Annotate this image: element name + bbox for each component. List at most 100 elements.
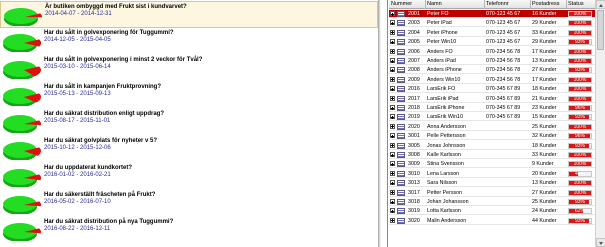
question-item[interactable]: Har du säkerställt fräscheten på Frukt? 2… <box>0 190 378 217</box>
expand-icon[interactable] <box>390 123 395 129</box>
record-icon <box>397 39 405 46</box>
record-icon <box>397 76 405 83</box>
question-item[interactable]: Har du sålt in golvexponering i minst 2 … <box>0 55 378 82</box>
question-dates: 2016-05-02 - 2016-07-10 <box>44 199 111 205</box>
expand-icon[interactable] <box>390 39 395 45</box>
column-separator[interactable] <box>425 0 426 9</box>
cell-nummer: 2006 <box>408 48 420 55</box>
question-dates: 2015-03-10 - 2015-06-14 <box>44 64 111 70</box>
status-percent: 100% <box>573 20 587 27</box>
expand-icon[interactable] <box>390 199 395 204</box>
record-icon <box>397 199 405 205</box>
expand-icon[interactable] <box>390 20 395 26</box>
table-row[interactable]: 3010 Lena Larsson 20 Kunder 40% <box>389 170 595 178</box>
expand-icon[interactable] <box>390 95 395 101</box>
cell-postadress: 17 Kunder <box>532 48 557 55</box>
table-row[interactable]: 2006 Anders FO 070-234 56 78 17 Kunder 100% <box>389 48 595 56</box>
table-row[interactable]: 3005 Jonas Johnsson 18 Kunder 93% <box>389 142 595 150</box>
table-row[interactable]: 2007 Anders iPad 070-234 56 78 13 Kunder 100… <box>389 57 595 65</box>
question-item[interactable]: Har du säkrat distribution enligt uppdra… <box>0 109 378 136</box>
cell-postadress: 9 Kunder <box>532 161 554 168</box>
expand-icon[interactable] <box>390 76 395 82</box>
table-row[interactable]: 3018 Johan Johansson 25 Kunder 93% <box>389 198 595 206</box>
status-bar: 93% <box>568 39 592 46</box>
expand-icon[interactable] <box>390 142 395 148</box>
question-item[interactable]: Har du säkrat distribution på nya Tuggum… <box>0 217 378 244</box>
record-icon <box>397 142 405 149</box>
question-item[interactable]: Har du sålt in golvexponering för Tuggum… <box>0 28 378 55</box>
table-row[interactable]: 3017 Petter Persson 27 Kunder 100% <box>389 189 595 197</box>
status-percent: 100% <box>573 29 587 36</box>
cell-telefonnr: 070-345 67 89 <box>486 95 521 102</box>
expand-icon[interactable] <box>390 161 395 167</box>
cell-telefonnr: 070-234 56 78 <box>486 58 521 64</box>
cell-nummer: 2016 <box>408 86 420 93</box>
table-row[interactable]: 2020 Anna Andersson 25 Kunder 100% <box>389 123 595 131</box>
questions-pane: Är butiken ombyggd med Frukt sist i kund… <box>0 0 378 247</box>
expand-icon[interactable] <box>390 86 395 92</box>
pane-splitter[interactable] <box>378 0 381 247</box>
expand-icon[interactable] <box>390 170 395 176</box>
cell-namn: Anna Andersson <box>427 123 466 130</box>
table-row[interactable]: 3019 Lotta Karlsson 24 Kunder 62% <box>389 207 595 216</box>
expand-icon[interactable] <box>390 133 395 139</box>
table-row[interactable]: 2017 LarsErik iPad 070-345 67 89 21 Kunder 1… <box>389 95 595 103</box>
expand-icon[interactable] <box>390 217 395 223</box>
question-item[interactable]: Har du sålt in kampanjen Fruktprovning? 2… <box>0 82 378 109</box>
status-bar: 100% <box>568 11 592 17</box>
record-icon <box>397 105 405 111</box>
record-icon <box>397 29 405 36</box>
table-row[interactable]: 3001 Pelle Pettersson 32 Kunder 96% <box>389 132 595 141</box>
expand-icon[interactable] <box>390 48 395 54</box>
column-header-namn[interactable]: Namn <box>427 1 442 7</box>
scroll-thumb[interactable] <box>597 10 604 50</box>
table-row[interactable]: 2001 Peter FO 070-123 45 67 16 Kunder 100% <box>389 10 595 18</box>
column-header-nummer[interactable]: Nummer <box>391 1 412 7</box>
expand-icon[interactable] <box>390 152 395 157</box>
expand-icon[interactable] <box>390 58 395 63</box>
table-row[interactable]: 2008 Anders iPhone 070-234 56 78 27 Kunder 9… <box>389 66 595 75</box>
record-icon <box>397 152 405 158</box>
question-title: Har du sålt in kampanjen Fruktprovning? <box>44 84 162 90</box>
expand-icon[interactable] <box>390 11 395 16</box>
result-pie-chart <box>3 34 41 52</box>
table-row[interactable]: 2004 Peter iPhone 070-123 45 67 33 Kunder 10… <box>389 29 595 37</box>
scroll-up-button[interactable] <box>596 0 605 9</box>
table-row[interactable]: 2018 LarsErik iPhone 070-345 67 89 23 Kunde… <box>389 104 595 112</box>
question-item[interactable]: Är butiken ombyggd med Frukt sist i kund… <box>0 1 378 28</box>
table-row[interactable]: 2019 LarsErik Win10 070-345 67 89 15 Kunder… <box>389 113 595 122</box>
cell-postadress: 20 Kunder <box>532 170 557 177</box>
expand-icon[interactable] <box>390 29 395 35</box>
vertical-scrollbar[interactable] <box>595 0 605 247</box>
cell-namn: Peter iPhone <box>427 29 458 36</box>
expand-icon[interactable] <box>390 114 395 120</box>
column-header-telefonnr[interactable]: Telefonnr <box>486 1 509 7</box>
column-header-postadress[interactable]: Postadress <box>532 1 560 7</box>
column-separator[interactable] <box>530 0 531 9</box>
question-item[interactable]: Har du uppdaterat kundkortet? 2016-01-02 … <box>0 163 378 190</box>
cell-nummer: 2017 <box>408 95 420 102</box>
expand-icon[interactable] <box>390 180 395 186</box>
table-row[interactable]: 2009 Anders Win10 070-234 56 78 17 Kunder 10… <box>389 76 595 84</box>
table-row[interactable]: 3013 Sara Nilsson 13 Kunder 100% <box>389 179 595 188</box>
status-percent: 100% <box>573 95 587 102</box>
status-bar: 100% <box>568 86 592 93</box>
status-bar: 100% <box>568 48 592 55</box>
table-row[interactable]: 3008 Kalle Karlsson 33 Kunder 100% <box>389 151 595 159</box>
table-row[interactable]: 3020 Malin Andersson 44 Kunder 93% <box>389 217 595 225</box>
column-separator[interactable] <box>566 0 567 9</box>
column-header-status[interactable]: Status <box>568 1 584 7</box>
record-icon <box>397 48 405 55</box>
table-row[interactable]: 2005 Peter Win10 070-123 45 67 29 Kunder 93% <box>389 38 595 47</box>
cell-namn: Malin Andersson <box>427 217 467 224</box>
scroll-down-button[interactable] <box>596 238 605 247</box>
table-row[interactable]: 2003 Peter iPad 070-123 45 67 29 Kunder 100% <box>389 19 595 28</box>
question-item[interactable]: Har du säkrat golvplats för nyheter v 5?… <box>0 136 378 163</box>
expand-icon[interactable] <box>390 189 395 195</box>
table-row[interactable]: 3009 Stina Svensson 9 Kunder 100% <box>389 160 595 169</box>
column-separator[interactable] <box>484 0 485 9</box>
table-row[interactable]: 2016 LarsErik FO 070-345 67 89 18 Kunder 100… <box>389 85 595 94</box>
expand-icon[interactable] <box>390 105 395 110</box>
expand-icon[interactable] <box>390 67 395 73</box>
expand-icon[interactable] <box>390 208 395 214</box>
